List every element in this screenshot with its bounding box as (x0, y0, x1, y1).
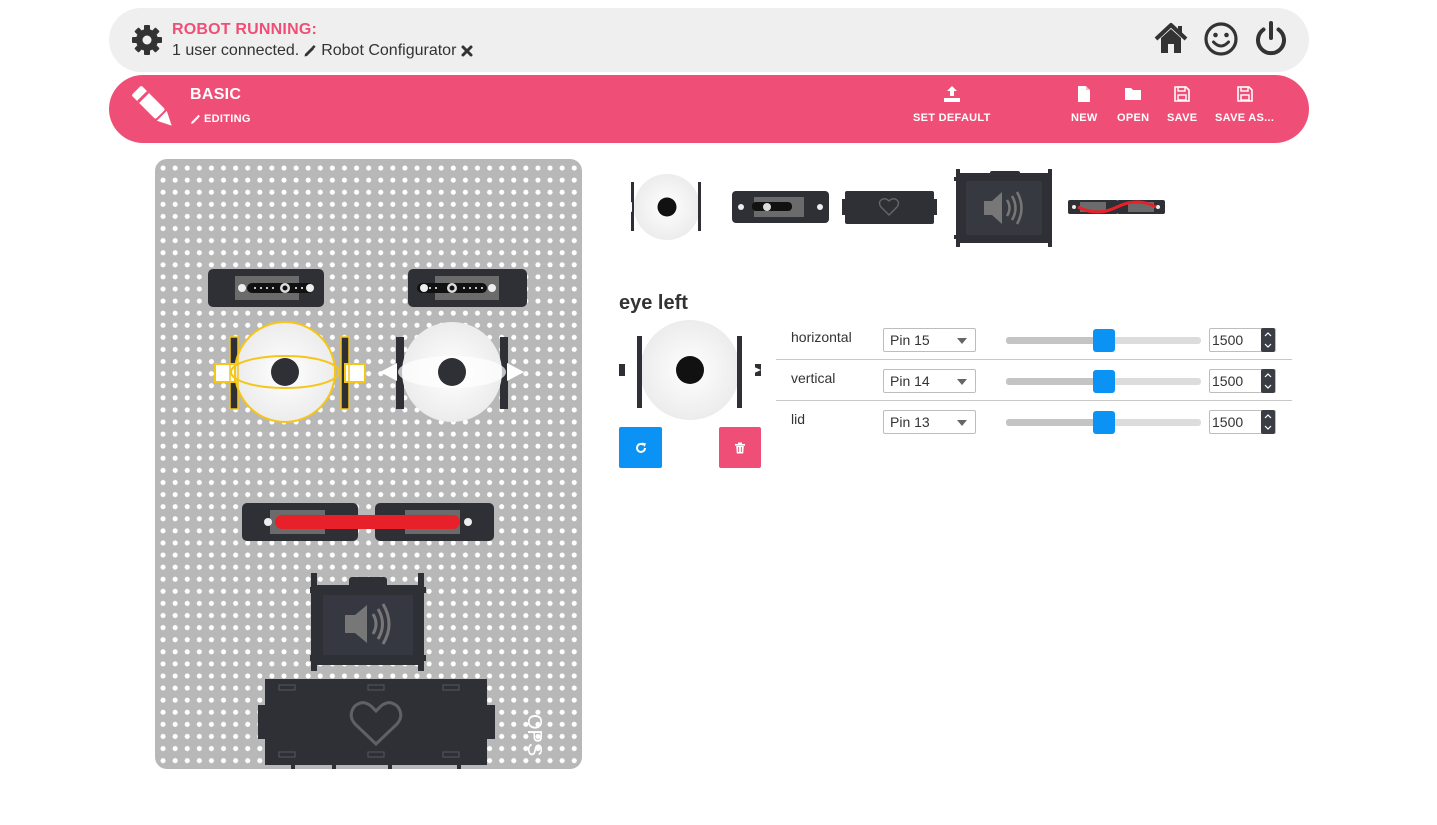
slider-thumb[interactable] (1092, 370, 1115, 393)
config-title: BASIC (190, 86, 242, 103)
save-icon (1174, 86, 1190, 102)
servo-value: 1500 (1212, 373, 1244, 389)
folder-icon (1125, 88, 1142, 100)
new-file-icon (1078, 86, 1091, 102)
servo-value-input[interactable]: 1500 (1209, 328, 1276, 352)
servo-value: 1500 (1212, 414, 1244, 430)
app-name-text: Robot Configurator (321, 42, 457, 59)
upload-icon (943, 86, 960, 102)
control-label: horizontal (791, 329, 852, 345)
palette-servo-module[interactable] (732, 191, 829, 223)
slider-fill (1006, 337, 1104, 344)
power-icon[interactable] (1253, 20, 1289, 58)
control-row-lid: lid Pin 13 1500 (776, 401, 1292, 442)
eye-right-module[interactable] (380, 322, 524, 422)
open-button[interactable]: OPEN (1117, 85, 1149, 124)
slider-thumb[interactable] (1092, 329, 1115, 352)
slider-thumb[interactable] (1092, 411, 1115, 434)
servo-module[interactable] (208, 269, 324, 307)
config-header: BASIC EDITING SET DEFAULT NEW OPEN SAVE … (109, 75, 1309, 143)
pin-select[interactable]: Pin 13 (883, 410, 976, 434)
board-modules: OPS (208, 269, 545, 769)
control-label: vertical (791, 370, 836, 386)
ops-logo: OPS (523, 714, 545, 756)
servo-slider[interactable] (1006, 329, 1201, 352)
chevron-up-icon[interactable] (1264, 413, 1272, 419)
palette-heart-module[interactable] (842, 191, 937, 224)
heart-module[interactable] (258, 679, 495, 769)
eye-left-module[interactable] (214, 321, 366, 423)
servo-value-input[interactable]: 1500 (1209, 369, 1276, 393)
new-label: NEW (1071, 112, 1098, 124)
value-stepper[interactable] (1261, 410, 1275, 434)
users-connected-text: 1 user connected. (172, 42, 300, 59)
set-default-label: SET DEFAULT (913, 112, 991, 124)
palette-eye-module[interactable] (620, 174, 716, 240)
palette-mouth-module[interactable] (1068, 200, 1165, 214)
servo-module[interactable] (408, 269, 527, 307)
svg-text:OPS: OPS (523, 714, 545, 756)
set-default-button[interactable]: SET DEFAULT (913, 85, 991, 124)
inspector-title: eye left (619, 292, 688, 314)
save-button[interactable]: SAVE (1167, 85, 1197, 124)
chevron-down-icon[interactable] (1264, 425, 1272, 431)
pin-select-value: Pin 14 (890, 373, 930, 389)
inspector-preview (619, 320, 761, 420)
slider-fill (1006, 419, 1104, 426)
open-label: OPEN (1117, 112, 1150, 124)
servo-value: 1500 (1212, 332, 1244, 348)
refresh-icon (635, 442, 646, 453)
close-icon[interactable] (460, 44, 474, 58)
pencil-logo-icon (132, 86, 172, 126)
chevron-down-icon[interactable] (1264, 384, 1272, 390)
mouth-module[interactable] (242, 503, 494, 541)
chevron-up-icon[interactable] (1264, 331, 1272, 337)
caret-down-icon (957, 379, 967, 385)
pencil-icon (191, 114, 200, 124)
caret-down-icon (957, 338, 967, 344)
slider-fill (1006, 378, 1104, 385)
palette-speaker-module[interactable] (954, 169, 1052, 247)
value-stepper[interactable] (1261, 328, 1275, 352)
editing-label: EDITING (204, 113, 251, 125)
status-actions (1153, 20, 1289, 58)
status-title: ROBOT RUNNING: (172, 21, 318, 38)
chevron-up-icon[interactable] (1264, 372, 1272, 378)
module-palette (620, 169, 1165, 247)
trash-icon (735, 442, 745, 453)
servo-slider[interactable] (1006, 411, 1201, 434)
speaker-module[interactable] (310, 573, 426, 671)
control-row-vertical: vertical Pin 14 1500 (776, 360, 1292, 401)
gear-icon[interactable] (129, 22, 165, 58)
smiley-icon[interactable] (1203, 20, 1239, 58)
robot-board[interactable]: OPS (155, 159, 582, 769)
control-label: lid (791, 411, 806, 427)
value-stepper[interactable] (1261, 369, 1275, 393)
pin-select-value: Pin 15 (890, 332, 930, 348)
save-label: SAVE (1167, 112, 1198, 124)
pin-select-value: Pin 13 (890, 414, 930, 430)
home-icon[interactable] (1153, 20, 1189, 58)
save-as-label: SAVE AS... (1215, 112, 1275, 124)
chevron-down-icon[interactable] (1264, 343, 1272, 349)
pin-select[interactable]: Pin 14 (883, 369, 976, 393)
pencil-icon (304, 45, 316, 57)
new-button[interactable]: NEW (1071, 85, 1098, 124)
status-bar: ROBOT RUNNING: 1 user connected. Robot C… (109, 8, 1309, 72)
caret-down-icon (957, 420, 967, 426)
servo-slider[interactable] (1006, 370, 1201, 393)
control-row-horizontal: horizontal Pin 15 1500 (776, 319, 1292, 360)
servo-value-input[interactable]: 1500 (1209, 410, 1276, 434)
save-as-icon (1236, 86, 1253, 102)
save-as-button[interactable]: SAVE AS... (1215, 85, 1274, 124)
editing-indicator[interactable]: EDITING (190, 113, 251, 125)
pin-select[interactable]: Pin 15 (883, 328, 976, 352)
reset-button[interactable] (619, 427, 662, 468)
status-line: 1 user connected. Robot Configurator (172, 42, 474, 60)
delete-button[interactable] (719, 427, 761, 468)
